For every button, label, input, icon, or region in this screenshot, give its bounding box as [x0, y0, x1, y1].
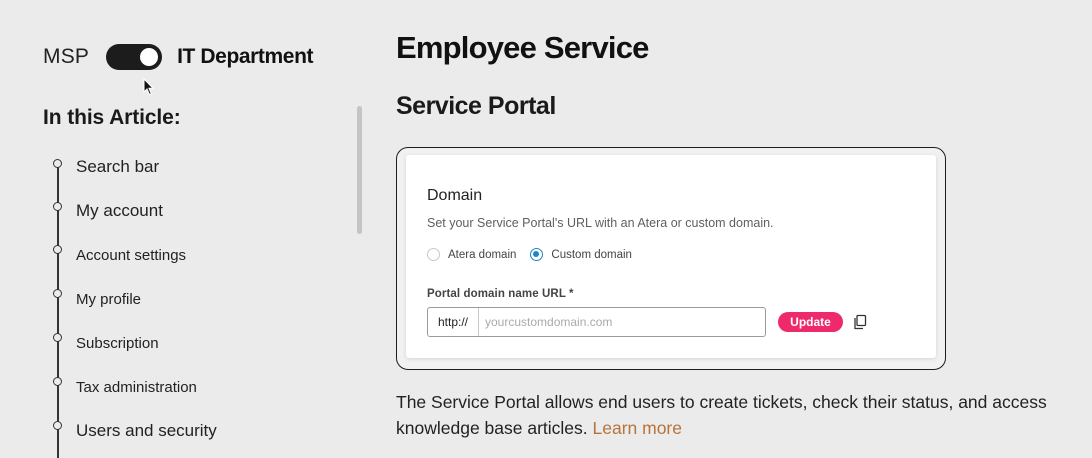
- toc-dot: [53, 245, 62, 254]
- domain-settings-card: Domain Set your Service Portal's URL wit…: [406, 155, 936, 358]
- toc-dot: [53, 377, 62, 386]
- domain-card-title: Domain: [427, 187, 483, 204]
- portal-domain-field-label: Portal domain name URL *: [427, 288, 574, 300]
- domain-card-description: Set your Service Portal's URL with an At…: [427, 216, 774, 230]
- toc-dot: [53, 333, 62, 342]
- toc-dot: [53, 289, 62, 298]
- section-title: Service Portal: [396, 92, 556, 120]
- portal-domain-url-group: http://: [427, 307, 766, 337]
- toggle-label-msp[interactable]: MSP: [43, 45, 89, 69]
- radio-label-custom-domain: Custom domain: [551, 248, 632, 261]
- toc-item-search-bar[interactable]: Search bar: [76, 157, 159, 177]
- radio-option-atera-domain[interactable]: Atera domain: [427, 248, 516, 261]
- toc-dot: [53, 421, 62, 430]
- service-portal-description: The Service Portal allows end users to c…: [396, 389, 1076, 441]
- toc-item-tax-administration[interactable]: Tax administration: [76, 379, 197, 396]
- body-text: The Service Portal allows end users to c…: [396, 392, 1047, 438]
- screenshot-frame: Domain Set your Service Portal's URL wit…: [396, 147, 946, 370]
- view-toggle-row: MSP IT Department: [43, 42, 314, 72]
- learn-more-link[interactable]: Learn more: [593, 418, 683, 438]
- toc-item-users-and-security[interactable]: Users and security: [76, 421, 217, 441]
- radio-label-atera-domain: Atera domain: [448, 248, 517, 261]
- toc-item-my-account[interactable]: My account: [76, 201, 163, 221]
- copy-icon[interactable]: [853, 314, 867, 330]
- mouse-cursor-icon: [143, 78, 155, 96]
- toc-title: In this Article:: [43, 106, 181, 129]
- toc-dot: [53, 159, 62, 168]
- radio-atera-domain[interactable]: [427, 248, 440, 261]
- domain-type-radio-group: Atera domain Custom domain: [427, 248, 646, 261]
- url-prefix: http://: [428, 308, 479, 336]
- toggle-label-it-department[interactable]: IT Department: [177, 45, 313, 69]
- toc-dot: [53, 202, 62, 211]
- toc-item-subscription[interactable]: Subscription: [76, 335, 159, 352]
- sidebar-scrollbar[interactable]: [357, 106, 362, 234]
- radio-option-custom-domain[interactable]: Custom domain: [530, 248, 632, 261]
- portal-domain-url-input[interactable]: [479, 308, 765, 336]
- msp-it-toggle-switch[interactable]: [106, 44, 163, 70]
- toc-item-account-settings[interactable]: Account settings: [76, 247, 186, 264]
- page-title: Employee Service: [396, 30, 649, 65]
- toc-item-my-profile[interactable]: My profile: [76, 291, 141, 308]
- toggle-knob: [140, 48, 159, 66]
- update-button[interactable]: Update: [778, 312, 843, 332]
- radio-custom-domain[interactable]: [530, 248, 544, 261]
